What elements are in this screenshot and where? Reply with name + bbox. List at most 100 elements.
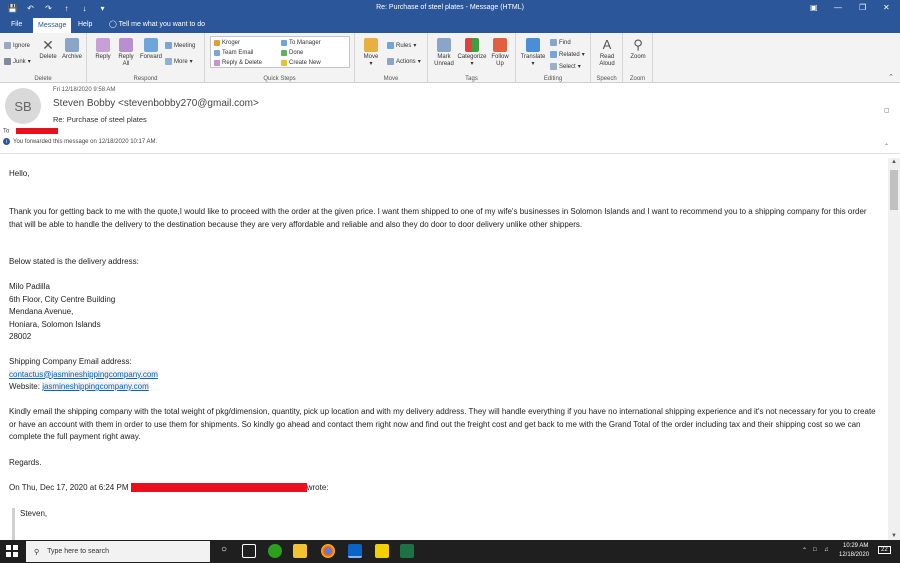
- tell-me-label: Tell me what you want to do: [118, 21, 206, 28]
- tab-message[interactable]: Message: [33, 17, 72, 33]
- more-respond-button[interactable]: More ▾: [165, 58, 193, 65]
- forward-icon: [144, 38, 158, 52]
- quick-step-to-manager[interactable]: To Manager: [281, 40, 321, 46]
- windows-start-icon[interactable]: [6, 545, 18, 557]
- tab-help[interactable]: Help: [73, 17, 97, 33]
- taskbar-search[interactable]: ⚲ Type here to search: [26, 541, 210, 562]
- lightbulb-icon: ◯: [109, 21, 117, 28]
- mark-unread-button[interactable]: Mark Unread: [431, 38, 457, 68]
- more-label: More: [174, 58, 188, 65]
- forward-button[interactable]: Forward: [139, 38, 163, 61]
- collapse-header-icon[interactable]: ⌃: [884, 143, 889, 150]
- reply-icon: [96, 38, 110, 52]
- sticky-notes-icon[interactable]: [375, 544, 389, 558]
- quick-step-create-new[interactable]: Create New: [281, 60, 321, 66]
- paragraph-2: Kindly email the shipping company with t…: [9, 407, 876, 441]
- tab-file[interactable]: File: [6, 17, 27, 33]
- related-button[interactable]: Related ▾: [550, 51, 585, 58]
- follow-up-button[interactable]: Follow Up: [488, 38, 512, 68]
- select-button[interactable]: Select ▾: [550, 63, 581, 70]
- chrome-icon[interactable]: [321, 544, 335, 558]
- quote-text: Steven,: [20, 509, 48, 518]
- translate-label: Translate: [520, 54, 546, 60]
- ignore-icon: [4, 42, 11, 49]
- minimize-icon[interactable]: —: [834, 3, 842, 12]
- website-link[interactable]: jasmineshippingcompany.com: [42, 382, 149, 391]
- magnifier-icon: ⚲: [633, 37, 643, 52]
- more-icon: [165, 58, 172, 65]
- flag-icon: [493, 38, 507, 52]
- task-view-icon[interactable]: [242, 544, 256, 558]
- cortana-icon[interactable]: ○: [217, 544, 231, 558]
- meeting-button[interactable]: Meeting: [165, 42, 195, 49]
- zoom-button[interactable]: ⚲ Zoom: [626, 38, 650, 61]
- categorize-icon: [465, 38, 479, 52]
- shipping-email-line: contactus@jasmineshippingcompany.com: [9, 369, 881, 382]
- ribbon-tabs: File Message Help ◯ Tell me what you wan…: [0, 17, 900, 33]
- notification-count[interactable]: 22: [878, 546, 891, 554]
- sender[interactable]: Steven Bobby <stevenbobby270@gmail.com>: [53, 98, 259, 109]
- outlook-icon[interactable]: [348, 544, 362, 558]
- reply-all-button[interactable]: Reply All: [116, 38, 136, 68]
- volume-icon[interactable]: ♫: [824, 547, 829, 553]
- address-line: 28002: [9, 332, 32, 341]
- find-icon: [550, 39, 557, 46]
- delete-button[interactable]: ✕ Delete: [38, 38, 58, 61]
- find-button[interactable]: Find: [550, 39, 571, 46]
- quick-step-kroger[interactable]: Kroger: [214, 40, 240, 46]
- junk-button[interactable]: Junk ▾: [4, 58, 31, 65]
- quickbooks-icon[interactable]: [268, 544, 282, 558]
- junk-icon: [4, 58, 11, 65]
- read-aloud-button[interactable]: A Read Aloud: [594, 38, 620, 68]
- network-icon[interactable]: □: [813, 547, 817, 553]
- translate-button[interactable]: Translate ▾: [519, 38, 547, 68]
- shipping-email-link[interactable]: contactus@jasmineshippingcompany.com: [9, 369, 158, 379]
- quick-step-team-email[interactable]: Team Email: [214, 50, 253, 56]
- ignore-button[interactable]: Ignore: [4, 42, 30, 49]
- scroll-thumb[interactable]: [890, 170, 898, 210]
- follow-up-label-1: Follow: [491, 54, 509, 60]
- select-icon: [550, 63, 557, 70]
- group-label-zoom: Zoom: [629, 76, 646, 82]
- close-icon[interactable]: ✕: [883, 3, 890, 12]
- move-folder-icon: [364, 38, 378, 52]
- excel-icon[interactable]: [400, 544, 414, 558]
- scroll-up-icon[interactable]: ▲: [888, 159, 900, 165]
- quick-step-done[interactable]: Done: [281, 50, 303, 56]
- actions-button[interactable]: Actions ▾: [387, 58, 421, 65]
- address-line: Milo Padilla: [9, 282, 50, 291]
- archive-icon: [65, 38, 79, 52]
- ribbon-display-icon[interactable]: ▣: [810, 3, 818, 12]
- quick-step-label: Create New: [289, 60, 321, 66]
- restore-icon[interactable]: ❐: [859, 3, 866, 12]
- expand-header-icon[interactable]: ▢: [884, 107, 890, 114]
- archive-button[interactable]: Archive: [60, 38, 84, 61]
- rules-button[interactable]: Rules ▾: [387, 42, 416, 49]
- quote-wrote: wrote:: [306, 483, 329, 492]
- group-tags: Mark Unread Categorize ▾ Follow Up Tags: [428, 33, 516, 83]
- envelope-icon: [437, 38, 451, 52]
- scroll-down-icon[interactable]: ▼: [888, 533, 900, 539]
- tray-chevron-icon[interactable]: ⌃: [802, 547, 807, 554]
- regards: Regards.: [9, 458, 42, 467]
- avatar: SB: [5, 88, 41, 124]
- message-subject: Re: Purchase of steel plates: [53, 115, 147, 124]
- move-button[interactable]: Move ▾: [360, 38, 382, 68]
- vertical-scrollbar[interactable]: ▲ ▼: [888, 158, 900, 540]
- forward-label: Forward: [139, 54, 162, 60]
- reply-button[interactable]: Reply: [93, 38, 113, 61]
- quick-step-reply-delete[interactable]: Reply & Delete: [214, 60, 262, 66]
- collapse-ribbon-icon[interactable]: ⌃: [888, 73, 894, 81]
- clock-time[interactable]: 10:29 AM: [843, 543, 868, 549]
- clock-date[interactable]: 12/18/2020: [839, 552, 869, 558]
- file-explorer-icon[interactable]: [293, 544, 307, 558]
- tell-me-box[interactable]: ◯ Tell me what you want to do: [104, 17, 210, 33]
- reply-all-icon: [119, 38, 133, 52]
- categorize-button[interactable]: Categorize ▾: [456, 38, 488, 68]
- related-icon: [550, 51, 557, 58]
- find-label: Find: [559, 39, 571, 46]
- rules-icon: [387, 42, 394, 49]
- message-body: Hello, Thank you for getting back to me …: [0, 158, 888, 540]
- address-line: 6th Floor, City Centre Building: [9, 294, 116, 304]
- ignore-label: Ignore: [13, 42, 31, 49]
